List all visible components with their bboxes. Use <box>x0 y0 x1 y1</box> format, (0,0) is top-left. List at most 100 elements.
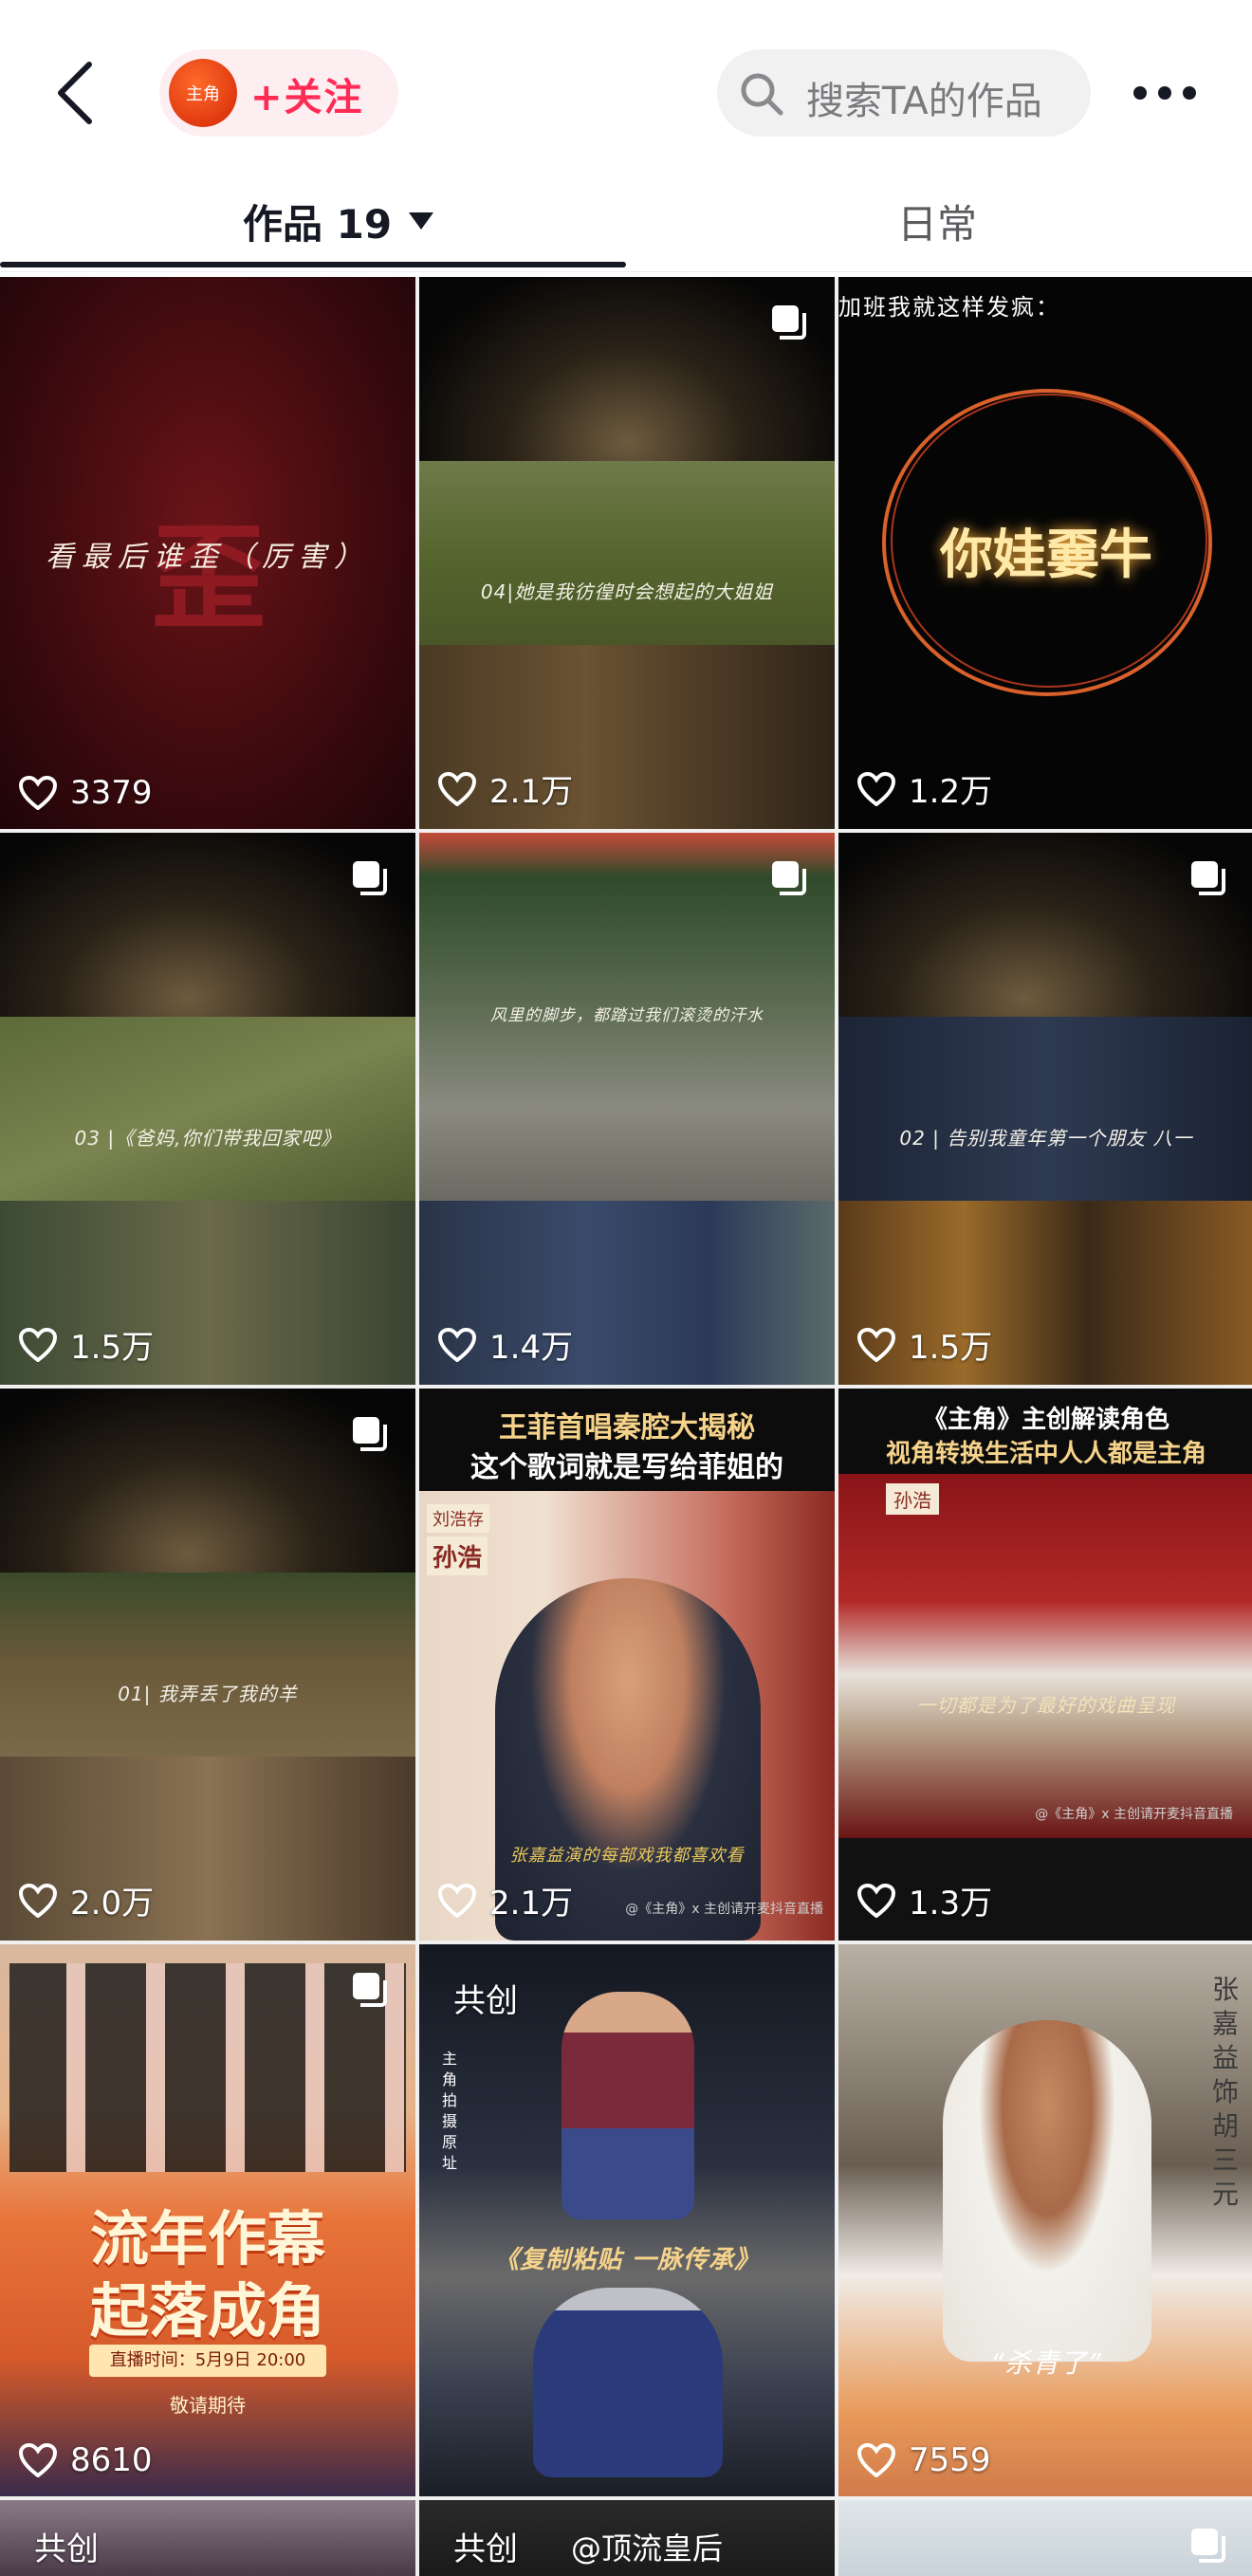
video-title-line2: 起落成角 <box>89 2276 325 2346</box>
video-tile[interactable]: 流年作幕 起落成角 直播时间：5月9日 20:00 敬请期待 8610 <box>0 1944 415 2496</box>
video-frame-mid <box>419 461 835 645</box>
video-caption: 看最后谁歪（厉害） <box>46 541 370 574</box>
video-tile[interactable]: 04|她是我彷徨时会想起的大姐姐 2.1万 <box>419 277 835 829</box>
like-count: 2.1万 <box>438 765 573 812</box>
video-sub: 敬请期待 <box>170 2394 246 2417</box>
back-chevron-icon[interactable] <box>51 59 104 127</box>
video-tile[interactable]: 02 | 告别我童年第一个朋友 八一 1.5万 <box>838 833 1252 1385</box>
like-count: 8610 <box>19 2441 153 2479</box>
tab-daily-label: 日常 <box>897 200 978 248</box>
video-subtitle: 一切都是为了最好的戏曲呈现 <box>916 1694 1176 1717</box>
video-subtitle: 张嘉益演的每部戏我都喜欢看 <box>509 1846 745 1866</box>
video-tile[interactable]: 01| 我弄丢了我的羊 2.0万 <box>0 1389 415 1941</box>
video-footer: @《主角》x 主创请开麦抖音直播 <box>625 1902 823 1917</box>
video-footer: @《主角》x 主创请开麦抖音直播 <box>1035 1807 1233 1822</box>
video-tile[interactable]: 王菲首唱秦腔大揭秘 这个歌词就是写给菲姐的 刘浩存 孙浩 张嘉益演的每部戏我都喜… <box>419 1389 835 1941</box>
person-figure <box>943 2020 1151 2362</box>
video-frame <box>838 1474 1252 1838</box>
cast-figures <box>9 1963 406 2172</box>
co-create-tag: 共创 <box>453 1982 518 2020</box>
side-label: 孙浩 <box>886 1483 939 1515</box>
video-frame-mid <box>0 1573 415 1757</box>
multi-image-icon <box>353 861 387 895</box>
search-input[interactable]: 搜索TA的作品 <box>717 49 1091 137</box>
video-caption: 04|她是我彷徨时会想起的大姐姐 <box>480 580 774 603</box>
performer-figure <box>562 1992 694 2219</box>
account-avatar[interactable]: 主角 <box>169 59 237 127</box>
video-title-line2: 这个歌词就是写给菲姐的 <box>470 1451 783 1484</box>
side-label-1: 刘浩存 <box>427 1504 489 1533</box>
video-tile[interactable]: 03 |《爸妈,你们带我回家吧》 1.5万 <box>0 833 415 1385</box>
video-caption: 风里的脚步，都踏过我们滚烫的汗水 <box>490 1006 764 1025</box>
like-count: 3379 <box>19 774 153 812</box>
video-tile[interactable]: 加班我就这样发疯： 你娃嫑牛 1.2万 <box>838 277 1252 829</box>
follow-button-label[interactable]: +关注 <box>250 66 364 121</box>
like-count: 1.4万 <box>438 1321 573 1368</box>
like-count: 7559 <box>857 2441 991 2479</box>
performer-figure-2 <box>533 2288 723 2477</box>
video-tile[interactable]: 风里的脚步，都踏过我们滚烫的汗水 1.4万 <box>419 833 835 1385</box>
like-count-text: 1.4万 <box>489 1329 574 1367</box>
heart-icon <box>19 2443 57 2477</box>
more-dots-icon[interactable] <box>1132 76 1197 110</box>
top-bar: 主角 +关注 搜索TA的作品 <box>0 0 1252 180</box>
like-count: 1.5万 <box>19 1321 154 1368</box>
side-label: 张嘉益 饰 胡三元 <box>1212 1974 1240 2210</box>
like-count-text: 8610 <box>70 2441 153 2479</box>
search-placeholder: 搜索TA的作品 <box>806 80 1042 123</box>
video-tile[interactable]: 共创 <box>0 2500 415 2576</box>
like-count: 2.1万 <box>438 1877 573 1923</box>
multi-image-icon <box>353 1417 387 1451</box>
multi-image-icon <box>353 1973 387 2007</box>
video-tile[interactable]: 歪 看最后谁歪（厉害） 3379 <box>0 277 415 829</box>
multi-image-icon <box>1191 2529 1225 2563</box>
heart-icon <box>19 1327 57 1362</box>
video-frame-mid <box>0 1017 415 1201</box>
video-title-line1: 《主角》主创解读角色 <box>922 1406 1169 1434</box>
heart-icon <box>438 771 476 806</box>
heart-icon <box>857 1327 895 1362</box>
video-caption: 02 | 告别我童年第一个朋友 八一 <box>899 1127 1193 1150</box>
video-title-line1: 王菲首唱秦腔大揭秘 <box>499 1411 755 1444</box>
profile-tabs: 作品 19 日常 <box>0 180 1252 272</box>
like-count-text: 1.2万 <box>909 773 993 811</box>
video-tile[interactable]: 共创 主角 拍摄原址 《复制粘贴 一脉传承》 <box>419 1944 835 2496</box>
video-caption: “杀青了” <box>989 2347 1102 2379</box>
like-count-text: 1.3万 <box>909 1885 993 1923</box>
video-grid: 歪 看最后谁歪（厉害） 3379 04|她是我彷徨时会想起的大姐姐 2.1万 加… <box>0 277 1252 2576</box>
like-count-text: 2.0万 <box>70 1885 155 1923</box>
search-icon <box>741 73 783 116</box>
video-tile[interactable]: 共创 @顶流皇后 <box>419 2500 835 2576</box>
video-caption: 你娃嫑牛 <box>940 524 1152 586</box>
like-count: 1.3万 <box>857 1877 992 1923</box>
video-tile[interactable] <box>838 2500 1252 2576</box>
side-label: 主角 拍摄原址 <box>442 2050 458 2172</box>
like-count: 1.5万 <box>857 1321 992 1368</box>
side-label-2: 孙浩 <box>427 1536 488 1575</box>
like-count: 1.2万 <box>857 765 992 812</box>
like-count-text: 1.5万 <box>70 1329 155 1367</box>
video-caption: 《复制粘贴 一脉传承》 <box>493 2246 761 2274</box>
heart-icon <box>438 1883 476 1918</box>
like-count-text: 2.1万 <box>489 1885 574 1923</box>
heart-icon <box>438 1327 476 1362</box>
dropdown-caret-icon[interactable] <box>409 212 434 230</box>
video-tile[interactable]: 《主角》主创解读角色 视角转换生活中人人都是主角 孙浩 一切都是为了最好的戏曲呈… <box>838 1389 1252 1941</box>
multi-image-icon <box>1191 861 1225 895</box>
video-tile[interactable]: 张嘉益 饰 胡三元 “杀青了” 7559 <box>838 1944 1252 2496</box>
video-banner: 直播时间：5月9日 20:00 <box>89 2345 326 2377</box>
co-create-tag: 共创 <box>453 2530 518 2568</box>
like-count-text: 7559 <box>909 2441 991 2479</box>
avatar-badge-text: 主角 <box>186 84 220 104</box>
tab-daily[interactable]: 日常 <box>897 188 977 254</box>
video-title-line2: 视角转换生活中人人都是主角 <box>885 1440 1206 1468</box>
tab-works[interactable]: 作品 19 <box>243 188 434 254</box>
account-follow-pill[interactable]: 主角 +关注 <box>159 49 398 137</box>
multi-image-icon <box>772 305 806 340</box>
like-count: 2.0万 <box>19 1877 154 1923</box>
tab-works-label: 作品 19 <box>243 200 393 248</box>
heart-icon <box>19 1883 57 1918</box>
co-create-tag: 共创 <box>34 2530 99 2568</box>
like-count-text: 2.1万 <box>489 773 574 811</box>
video-caption-top: 加班我就这样发疯： <box>838 294 1060 321</box>
